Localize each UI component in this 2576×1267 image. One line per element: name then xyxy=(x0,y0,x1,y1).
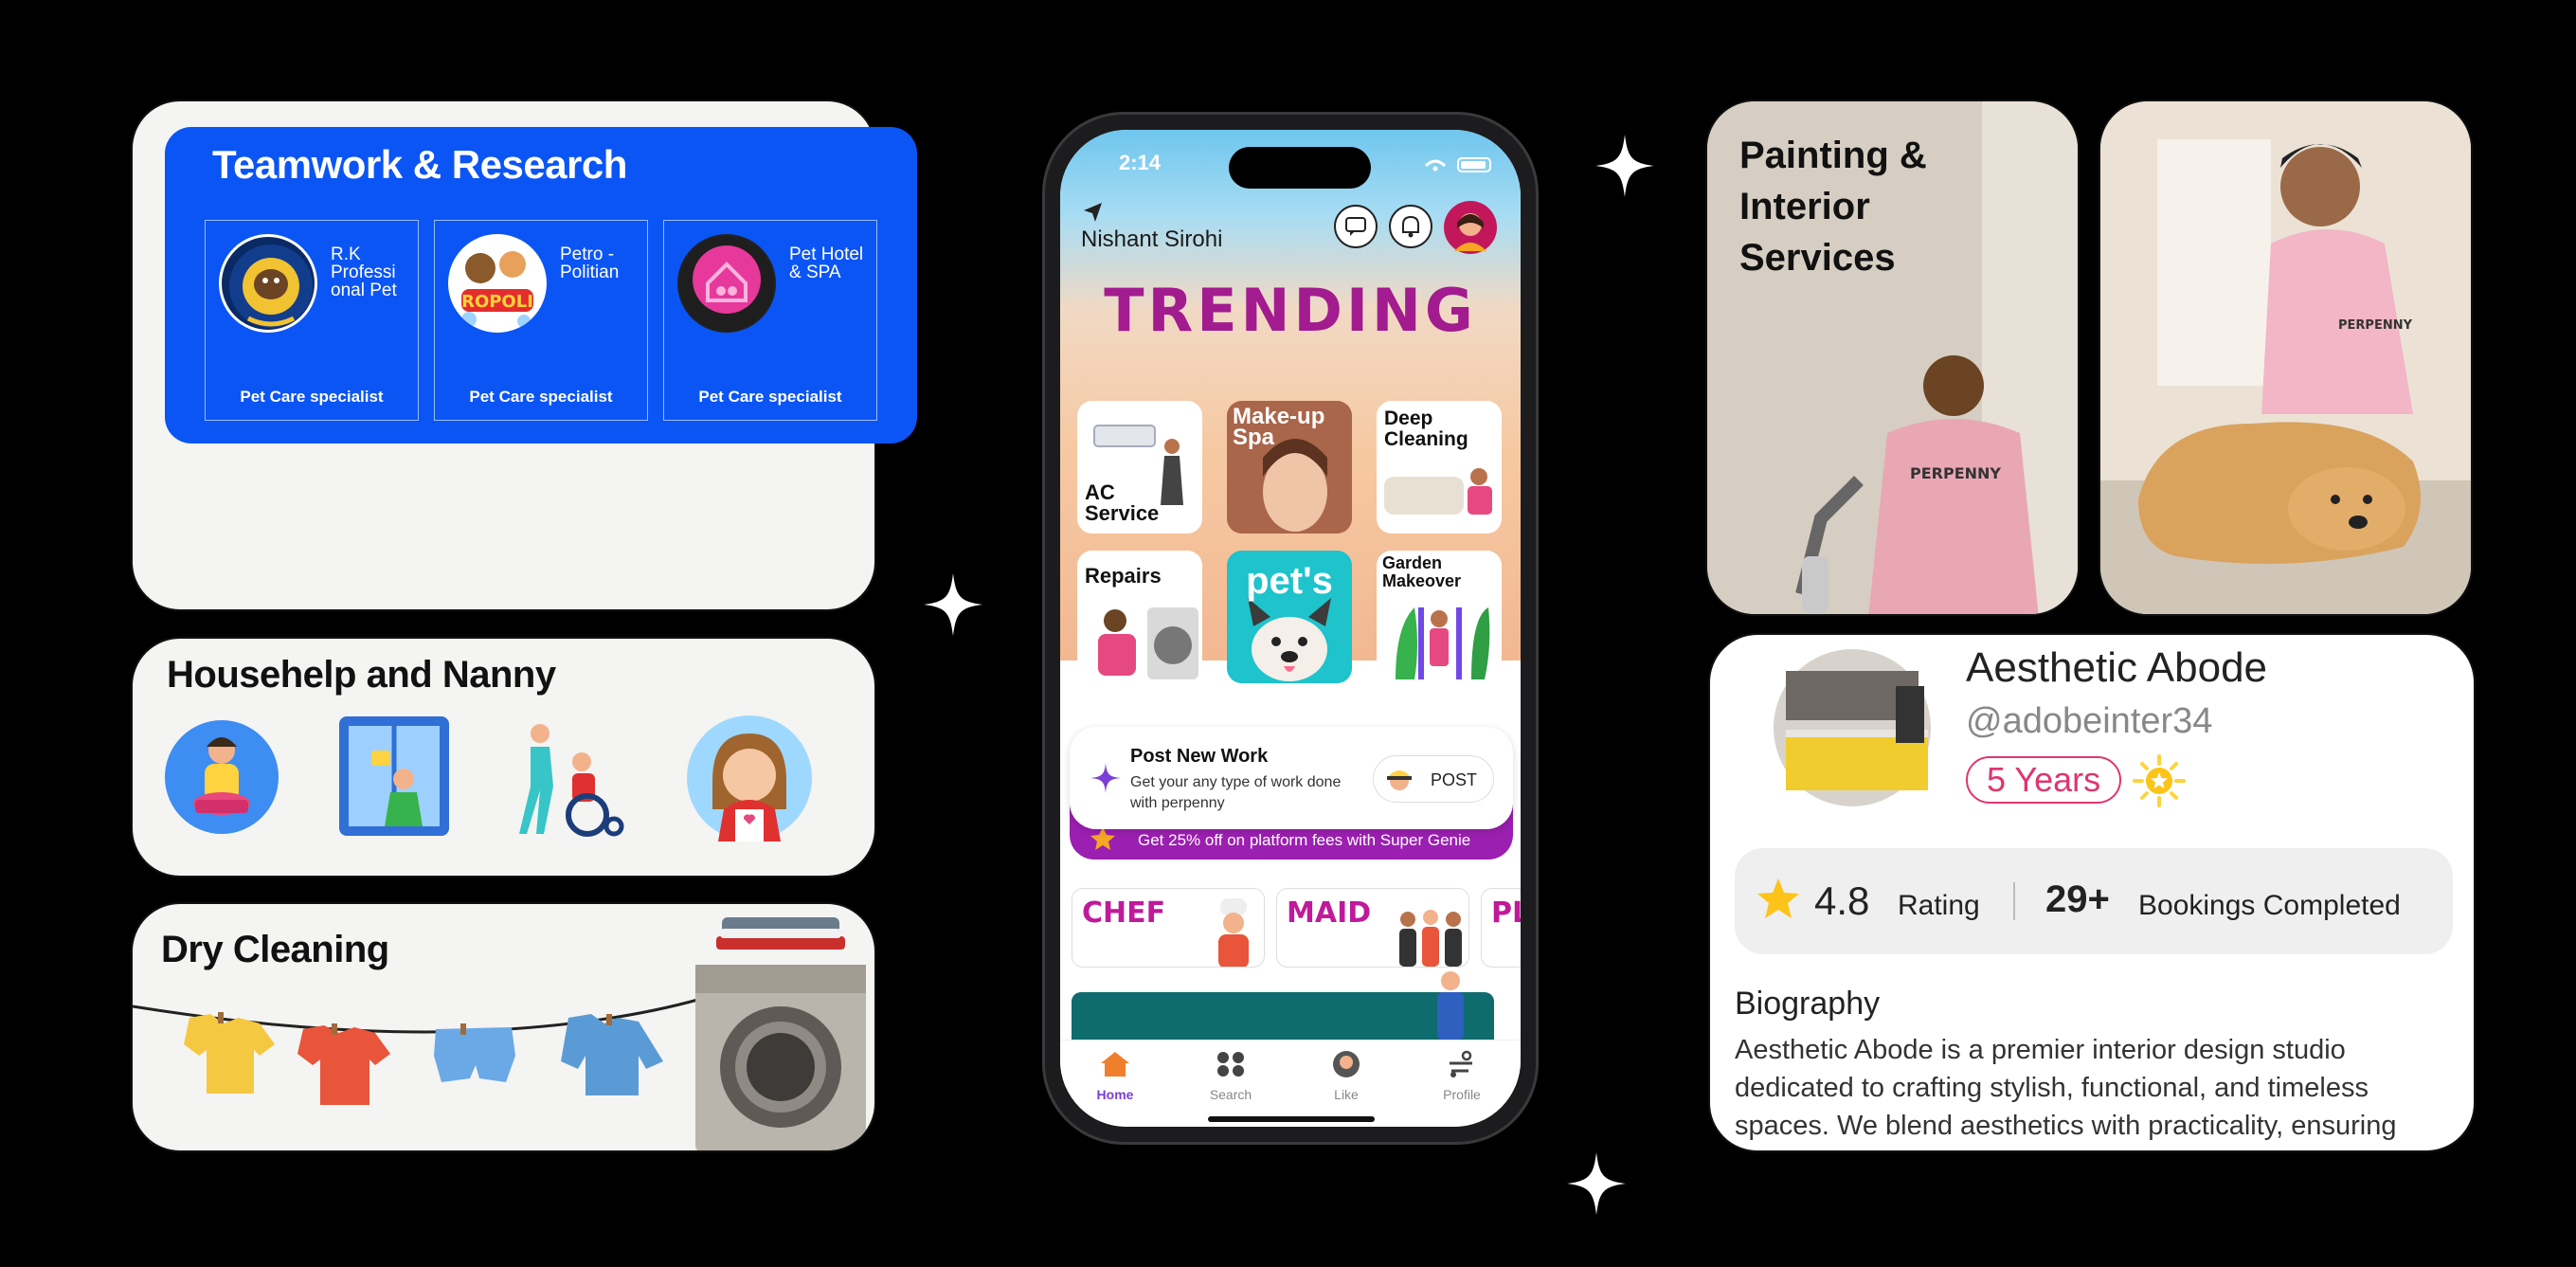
partner-card-petro-politian[interactable]: ROPOLI Petro - Politian Pet Care special… xyxy=(434,220,648,421)
teamwork-panel: Teamwork & Research R.K Professi onal Pe… xyxy=(165,127,917,443)
tile-ac-service[interactable]: AC Service xyxy=(1077,401,1202,534)
svg-text:PERPENNY: PERPENNY xyxy=(1910,464,2001,482)
tab-like[interactable]: Like xyxy=(1308,1050,1384,1102)
status-time: 2:14 xyxy=(1119,151,1162,174)
cook-icon xyxy=(165,720,279,834)
caregiver-icon xyxy=(519,724,624,837)
post-button[interactable]: POST xyxy=(1373,755,1494,803)
biography-text: Aesthetic Abode is a premier interior de… xyxy=(1735,1035,2397,1141)
painting-title: Painting & Interior Services xyxy=(1739,135,1927,279)
trending-banner: TRENDING xyxy=(1104,276,1477,345)
dynamic-island xyxy=(1229,147,1371,189)
painting-card[interactable]: PERPENNY Painting & Interior Services xyxy=(1705,100,2080,616)
svg-text:PERPENNY: PERPENNY xyxy=(2338,318,2413,333)
dry-cleaning-title: Dry Cleaning xyxy=(161,929,389,970)
partner-label: Pet Care specialist xyxy=(469,388,613,406)
provider-profile-card[interactable]: Aesthetic Abode @adobeinter34 5 Years 4.… xyxy=(1708,633,2476,1152)
post-new-work-card[interactable]: Post New Work Get your any type of work … xyxy=(1070,727,1513,829)
bell-icon[interactable] xyxy=(1388,204,1433,249)
dry-cleaning-card[interactable]: Dry Cleaning xyxy=(131,902,876,1152)
avatar[interactable] xyxy=(1443,200,1498,255)
tile-makeup-spa[interactable]: Make-up Spa xyxy=(1227,401,1352,534)
post-description: Get your any type of work done with perp… xyxy=(1130,774,1342,811)
app-screen: 2:14 Nishant Sirohi TRENDING AC Service … xyxy=(1060,130,1521,1127)
category-chef[interactable]: CHEF xyxy=(1072,888,1265,968)
nanny-icon xyxy=(687,715,812,842)
chat-icon[interactable] xyxy=(1333,204,1378,249)
stats-bar: 4.8 Rating 29+ Bookings Completed xyxy=(1735,848,2453,954)
rating-value: 4.8 xyxy=(1814,878,1870,923)
maids-icon xyxy=(1399,910,1462,967)
sparkle-icon xyxy=(1090,763,1121,793)
location-arrow-icon xyxy=(1084,203,1102,222)
rating-label: Rating xyxy=(1898,890,1980,921)
tab-search[interactable]: Search xyxy=(1193,1050,1269,1102)
provider-avatar xyxy=(1774,649,1931,806)
washing-machine-icon xyxy=(695,917,866,1150)
sparkle-icon xyxy=(1567,1152,1626,1215)
stats-divider xyxy=(2013,882,2015,920)
househelp-card[interactable]: Househelp and Nanny xyxy=(131,637,876,878)
home-indicator xyxy=(1208,1116,1375,1122)
biography-heading: Biography xyxy=(1735,986,1881,1022)
svg-text:ROPOLI: ROPOLI xyxy=(461,292,533,312)
pet-groomer-photo: PERPENNY xyxy=(2100,101,2471,614)
tile-deep-cleaning[interactable]: Deep Cleaning xyxy=(1377,401,1502,534)
partner-card-rk[interactable]: R.K Professi onal Pet Pet Care specialis… xyxy=(205,220,419,421)
pet-hotel-logo xyxy=(677,234,776,333)
teamwork-title: Teamwork & Research xyxy=(212,142,627,187)
tile-repairs[interactable]: Repairs xyxy=(1077,551,1202,683)
window-cleaner-icon xyxy=(339,716,449,836)
grid-icon xyxy=(1217,1052,1244,1077)
status-icons xyxy=(1424,157,1491,172)
phone-mockup: 2:14 Nishant Sirohi TRENDING AC Service … xyxy=(1042,112,1539,1145)
partner-name: Pet Hotel & SPA xyxy=(789,244,864,282)
househelp-title: Househelp and Nanny xyxy=(167,654,556,696)
user-name: Nishant Sirohi xyxy=(1081,226,1223,252)
sun-badge-icon xyxy=(2133,754,2186,807)
category-partial[interactable]: PL xyxy=(1481,888,1521,968)
tile-pets[interactable]: pet's xyxy=(1227,551,1352,683)
category-maid[interactable]: MAID xyxy=(1276,888,1469,968)
provider-handle: @adobeinter34 xyxy=(1966,701,2213,741)
partner-label: Pet Care specialist xyxy=(240,388,384,406)
partner-name: Petro - Politian xyxy=(560,244,620,282)
experience-badge: 5 Years xyxy=(1966,756,2122,804)
chef-icon xyxy=(1218,898,1249,967)
tile-garden-makeover[interactable]: Garden Makeover xyxy=(1377,551,1502,683)
promo-text: Get 25% off on platform fees with Super … xyxy=(1138,831,1471,849)
bookings-value: 29+ xyxy=(2045,878,2110,920)
profile-route-icon xyxy=(1450,1050,1472,1077)
sparkle-icon xyxy=(1595,135,1654,197)
painter-icon xyxy=(1437,971,1464,1040)
rk-pet-shop-logo xyxy=(219,234,317,333)
ropoli-logo: ROPOLI xyxy=(448,234,547,333)
partner-card-pet-hotel[interactable]: Pet Hotel & SPA Pet Care specialist xyxy=(663,220,877,421)
provider-name: Aesthetic Abode xyxy=(1966,644,2268,691)
tab-profile[interactable]: Profile xyxy=(1424,1050,1500,1102)
post-title: Post New Work xyxy=(1130,746,1269,767)
tab-home[interactable]: Home xyxy=(1077,1050,1153,1102)
bookings-label: Bookings Completed xyxy=(2138,890,2401,921)
star-icon xyxy=(1757,878,1799,918)
pet-groomer-card[interactable]: PERPENNY xyxy=(2099,100,2473,616)
like-icon xyxy=(1333,1051,1360,1077)
partner-label: Pet Care specialist xyxy=(698,388,842,406)
partner-name: R.K Professi onal Pet xyxy=(331,244,397,300)
tab-bar: Home Search Like Profile xyxy=(1060,1040,1521,1127)
gift-icon xyxy=(1090,827,1115,850)
home-icon xyxy=(1101,1052,1129,1077)
sparkle-icon xyxy=(924,573,982,636)
worker-icon xyxy=(1387,770,1412,790)
